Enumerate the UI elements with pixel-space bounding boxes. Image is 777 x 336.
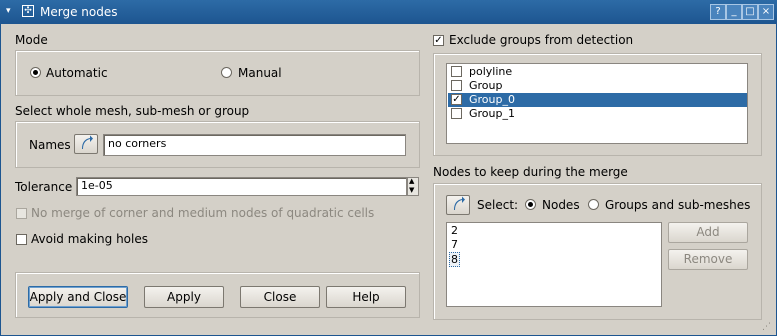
- help-button[interactable]: Help: [326, 286, 406, 308]
- nodes-to-keep-label: Nodes to keep during the merge: [433, 165, 628, 179]
- nodes-list[interactable]: 2 7 8: [446, 222, 662, 307]
- automatic-label[interactable]: Automatic: [46, 66, 108, 80]
- apply-and-close-button[interactable]: Apply and Close: [28, 286, 128, 308]
- group-checkbox[interactable]: [451, 80, 462, 91]
- app-icon: ✣: [22, 5, 34, 17]
- tolerance-label: Tolerance: [15, 180, 73, 194]
- select-nodes-button[interactable]: [446, 195, 470, 215]
- exclude-groups-checkbox[interactable]: ✓: [433, 35, 444, 46]
- group-checkbox[interactable]: [451, 108, 462, 119]
- group-name: Group_1: [469, 107, 515, 120]
- manual-label[interactable]: Manual: [238, 66, 282, 80]
- names-label: Names: [29, 138, 71, 152]
- group-name: Group: [469, 79, 503, 92]
- select-mesh-label: Select whole mesh, sub-mesh or group: [15, 104, 250, 118]
- groups-submeshes-label[interactable]: Groups and sub-meshes: [605, 198, 750, 212]
- spin-up-icon[interactable]: ▲: [409, 177, 414, 185]
- select-label: Select:: [477, 198, 519, 212]
- selection-arrow-icon: [82, 135, 93, 149]
- mode-label: Mode: [15, 33, 48, 47]
- remove-button[interactable]: Remove: [668, 249, 748, 270]
- select-names-button[interactable]: [74, 134, 98, 154]
- window-title: Merge nodes: [40, 5, 118, 19]
- list-item[interactable]: ✓ Group_0: [448, 93, 747, 107]
- automatic-radio[interactable]: [30, 67, 41, 78]
- close-window-icon[interactable]: ×: [758, 4, 774, 20]
- groups-submeshes-radio[interactable]: [588, 199, 599, 210]
- group-checkbox[interactable]: ✓: [451, 94, 462, 105]
- group-checkbox[interactable]: [451, 66, 462, 77]
- apply-button[interactable]: Apply: [144, 286, 224, 308]
- tolerance-input[interactable]: 1e-05: [76, 177, 407, 196]
- no-merge-checkbox[interactable]: [16, 208, 27, 219]
- selection-arrow-icon: [454, 196, 465, 210]
- names-input[interactable]: no corners: [103, 134, 406, 156]
- tolerance-spinner[interactable]: ▲ ▼: [407, 177, 419, 196]
- add-button[interactable]: Add: [668, 222, 748, 243]
- window-menu-icon[interactable]: ▾: [6, 6, 16, 16]
- avoid-holes-checkbox[interactable]: [16, 234, 27, 245]
- exclude-groups-label[interactable]: Exclude groups from detection: [449, 33, 633, 47]
- list-item[interactable]: Group: [448, 79, 747, 93]
- help-icon[interactable]: ?: [710, 4, 726, 20]
- resize-grip-icon[interactable]: ⋰: [762, 322, 771, 332]
- list-item[interactable]: 7: [451, 238, 458, 251]
- list-item[interactable]: Group_1: [448, 107, 747, 121]
- nodes-radio[interactable]: [525, 199, 536, 210]
- group-name: Group_0: [469, 93, 515, 106]
- manual-radio[interactable]: [221, 67, 232, 78]
- group-name: polyline: [469, 65, 513, 78]
- maximize-icon[interactable]: □: [742, 4, 758, 20]
- avoid-holes-label[interactable]: Avoid making holes: [31, 232, 148, 246]
- nodes-radio-label[interactable]: Nodes: [542, 198, 580, 212]
- no-merge-label: No merge of corner and medium nodes of q…: [31, 206, 375, 220]
- groups-list[interactable]: polyline Group ✓ Group_0 Group_1: [446, 63, 748, 144]
- list-item[interactable]: polyline: [448, 65, 747, 79]
- list-item[interactable]: 8: [449, 252, 460, 267]
- spin-down-icon[interactable]: ▼: [409, 186, 414, 194]
- minimize-icon[interactable]: _: [726, 4, 742, 20]
- close-button[interactable]: Close: [240, 286, 320, 308]
- title-bar: ▾ ✣ Merge nodes ? _ □ ×: [0, 0, 777, 24]
- list-item[interactable]: 2: [451, 224, 458, 237]
